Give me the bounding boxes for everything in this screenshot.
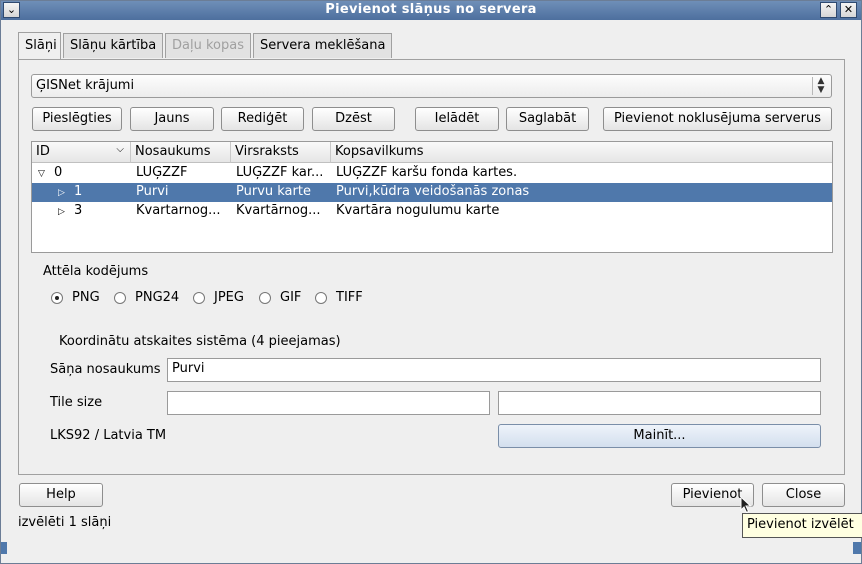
- column-header-abstract[interactable]: Kopsavilkums: [331, 142, 832, 163]
- cell-name: Purvi: [136, 184, 169, 199]
- radio-gif[interactable]: [259, 292, 271, 304]
- column-header-title[interactable]: Virsraksts: [231, 142, 331, 163]
- cell-title: LUĢZZF kar...: [236, 165, 324, 180]
- help-button[interactable]: Help: [19, 483, 103, 507]
- current-crs-label: LKS92 / Latvia TM: [50, 428, 167, 443]
- close-window-button[interactable]: ✕: [840, 2, 857, 18]
- cell-abstract: LUĢZZF karšu fonda kartes.: [336, 165, 518, 180]
- tile-width-input[interactable]: [167, 391, 490, 415]
- radio-png24[interactable]: [114, 292, 126, 304]
- change-crs-button[interactable]: Mainīt...: [498, 424, 821, 448]
- cell-abstract: Kvartāra nogulumu karte: [336, 203, 500, 218]
- tab-layer-order[interactable]: Slāņu kārtība: [63, 33, 163, 58]
- connection-select[interactable]: ĢISNet krājumi ▲ ▼: [31, 74, 832, 98]
- cell-id: 3: [74, 203, 83, 218]
- table-row[interactable]: ▽ 0 LUĢZZF LUĢZZF kar... LUĢZZF karšu fo…: [32, 164, 832, 183]
- cell-title: Kvartārnog...: [236, 203, 321, 218]
- radio-tiff-label[interactable]: TIFF: [336, 290, 363, 305]
- tab-tilesets: Daļu kopas: [165, 33, 251, 58]
- sort-chevron-icon: ⌵: [116, 144, 124, 155]
- tile-height-input[interactable]: [498, 391, 821, 415]
- cell-abstract: Purvi,kūdra veidošanās zonas: [336, 184, 530, 199]
- cell-id: 1: [74, 184, 83, 199]
- tab-layers[interactable]: Slāņi: [18, 32, 61, 59]
- radio-tiff[interactable]: [315, 292, 327, 304]
- radio-gif-label[interactable]: GIF: [280, 290, 301, 305]
- resize-grip[interactable]: [1, 542, 7, 554]
- save-button[interactable]: Saglabāt: [506, 107, 589, 131]
- dialog-window: ⌄ Pievienot slāņus no servera ⌃ ✕ Slāņi …: [0, 0, 862, 564]
- crs-group-label: Koordinātu atskaites sistēma (4 pieejama…: [59, 334, 341, 349]
- cell-name: Kvartarnog...: [136, 203, 221, 218]
- collapse-triangle-icon[interactable]: ▽: [38, 165, 45, 180]
- add-default-servers-button[interactable]: Pievienot noklusējuma serverus: [603, 107, 832, 131]
- radio-png24-label[interactable]: PNG24: [135, 290, 179, 305]
- tile-size-label: Tile size: [50, 395, 103, 410]
- expand-triangle-icon[interactable]: ▷: [58, 203, 65, 218]
- window-title: Pievienot slāņus no servera: [325, 2, 537, 17]
- radio-png[interactable]: [51, 292, 63, 304]
- radio-png-label[interactable]: PNG: [72, 290, 100, 305]
- mouse-cursor-icon: [740, 496, 752, 514]
- cell-title: Purvu karte: [236, 184, 311, 199]
- close-button[interactable]: Close: [762, 483, 845, 507]
- connect-button[interactable]: Pieslēgties: [32, 107, 122, 131]
- cell-id: 0: [54, 165, 63, 180]
- radio-jpeg[interactable]: [193, 292, 205, 304]
- load-button[interactable]: Ielādēt: [415, 107, 499, 131]
- layers-tree[interactable]: ID ⌵ Nosaukums Virsraksts Kopsavilkums ▽…: [31, 141, 833, 253]
- edit-button[interactable]: Rediģēt: [221, 107, 304, 131]
- resize-grip[interactable]: [853, 542, 861, 554]
- connection-value: ĢISNet krājumi: [36, 78, 135, 93]
- title-bar[interactable]: ⌄ Pievienot slāņus no servera ⌃ ✕: [1, 1, 861, 20]
- layer-name-label: Sāņa nosaukums: [50, 362, 161, 377]
- updown-arrow-icon: ▲ ▼: [812, 77, 829, 95]
- status-text: izvēlēti 1 slāņi: [18, 515, 112, 530]
- expand-triangle-icon[interactable]: ▷: [58, 184, 65, 199]
- shade-button[interactable]: ⌃: [820, 2, 837, 18]
- cell-name: LUĢZZF: [136, 165, 188, 180]
- tab-server-search[interactable]: Servera meklēšana: [253, 33, 392, 58]
- encoding-label: Attēla kodējums: [43, 264, 149, 279]
- column-header-id[interactable]: ID ⌵: [32, 142, 131, 163]
- table-row-selected[interactable]: ▷ 1 Purvi Purvu karte Purvi,kūdra veidoš…: [32, 183, 832, 202]
- tooltip: Pievienot izvēlēt: [742, 513, 862, 538]
- table-row[interactable]: ▷ 3 Kvartarnog... Kvartārnog... Kvartāra…: [32, 202, 832, 221]
- column-header-name[interactable]: Nosaukums: [131, 142, 231, 163]
- layer-name-input[interactable]: Purvi: [167, 358, 821, 382]
- radio-jpeg-label[interactable]: JPEG: [214, 290, 244, 305]
- new-button[interactable]: Jauns: [130, 107, 214, 131]
- delete-button[interactable]: Dzēst: [312, 107, 395, 131]
